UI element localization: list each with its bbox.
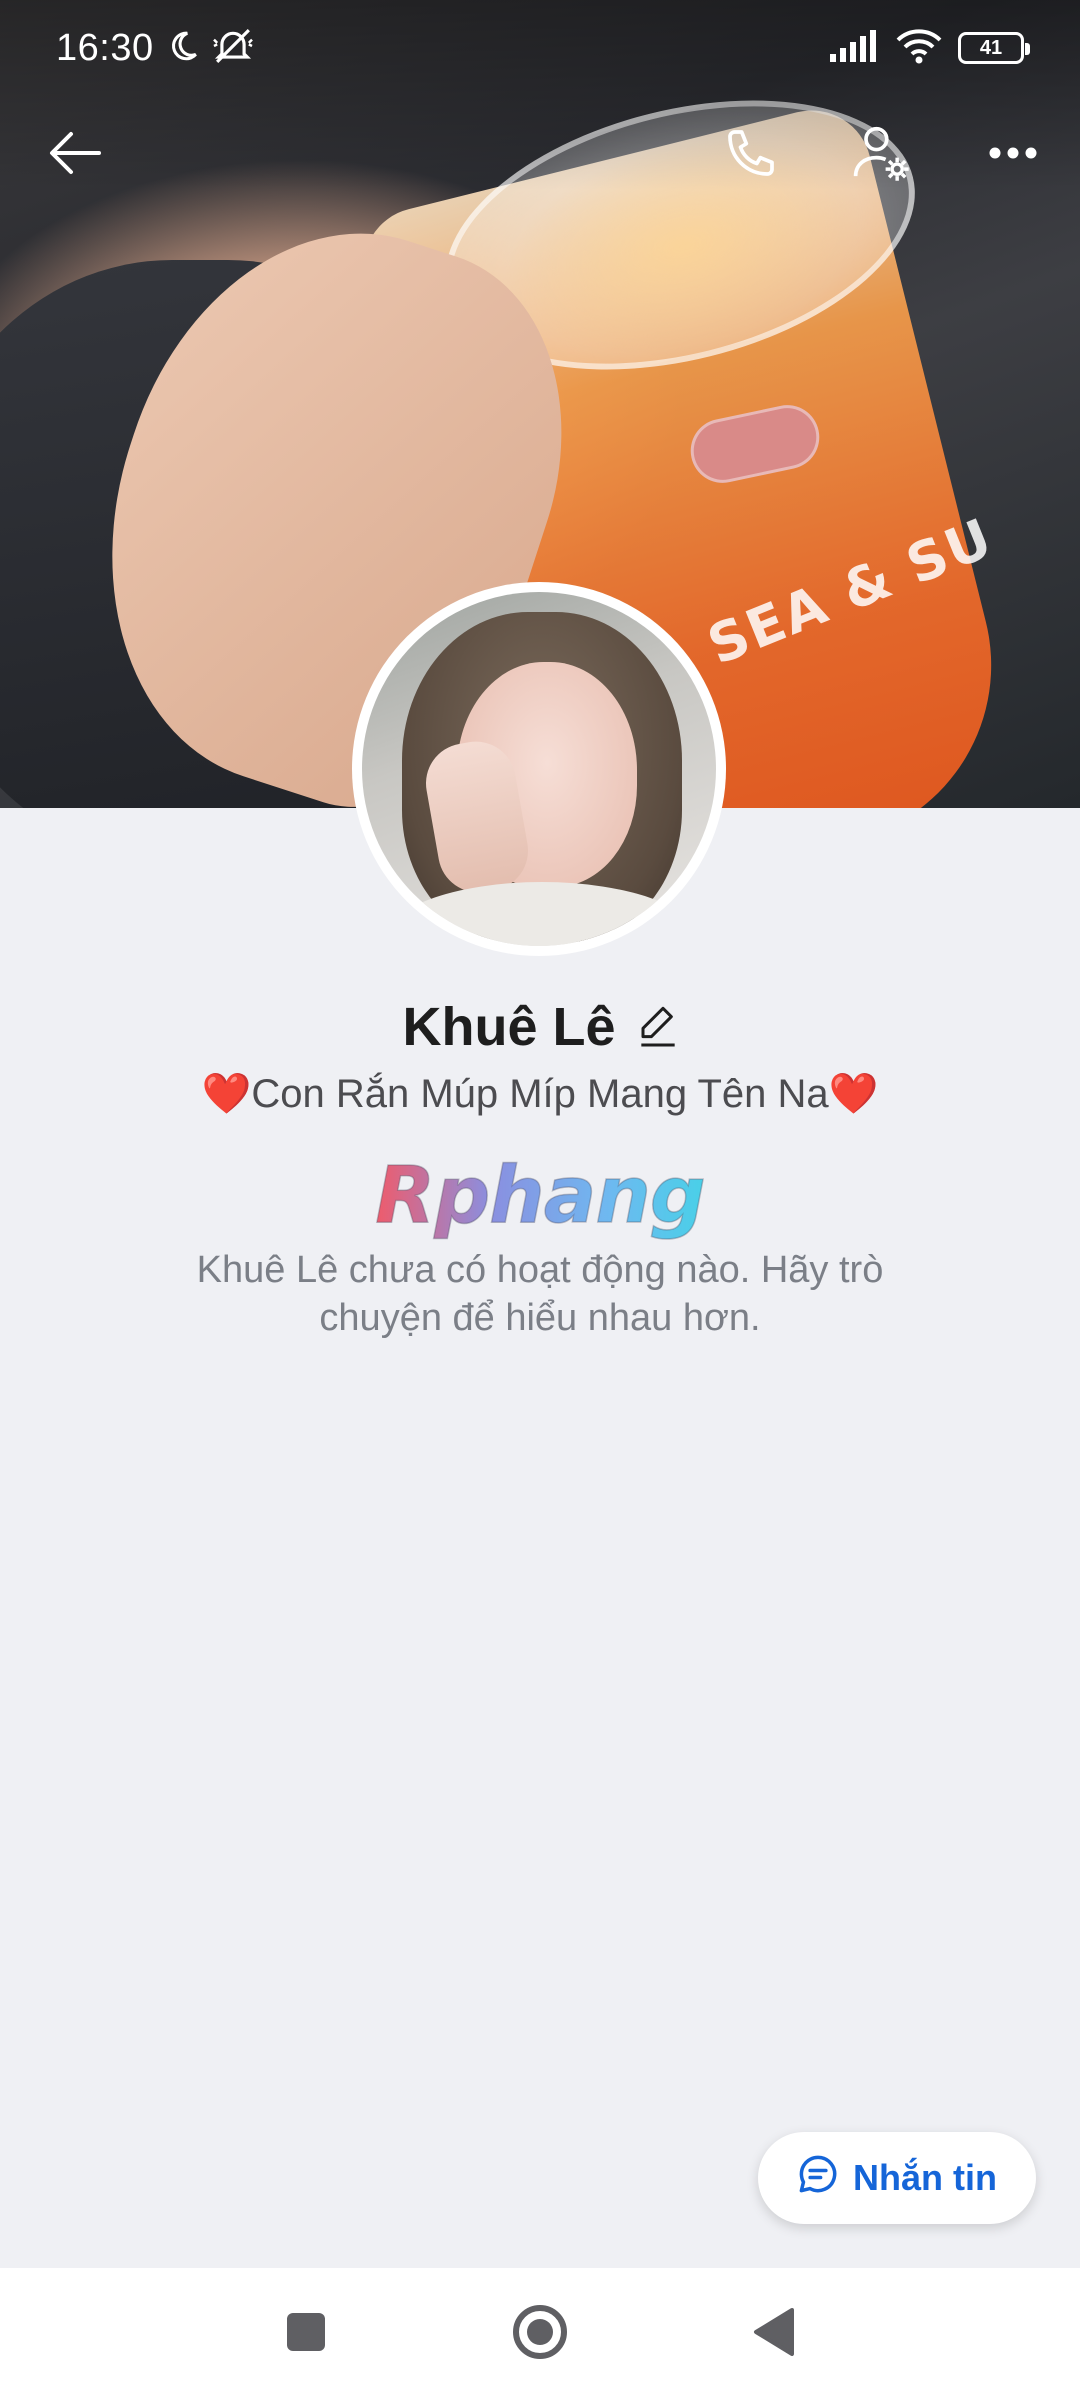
nav-back-button[interactable] xyxy=(736,2296,812,2372)
back-button[interactable] xyxy=(30,110,120,200)
edit-name-button[interactable] xyxy=(638,1003,678,1052)
recents-button[interactable] xyxy=(268,2296,344,2372)
home-button[interactable] xyxy=(502,2296,578,2372)
circle-icon xyxy=(512,2304,568,2365)
status-time: 16:30 xyxy=(56,26,154,69)
bell-off-icon xyxy=(212,27,254,70)
battery-indicator: 41 xyxy=(958,32,1030,64)
call-button[interactable] xyxy=(706,110,796,200)
square-icon xyxy=(286,2312,326,2357)
status-bar: 16:30 41 xyxy=(0,0,1080,96)
status-left: 16:30 xyxy=(56,27,254,70)
wifi-icon xyxy=(896,28,942,69)
chat-bubble-icon xyxy=(797,2153,839,2204)
signal-icon xyxy=(830,29,880,67)
profile-name-row: Khuê Lê xyxy=(0,996,1080,1058)
more-horizontal-icon xyxy=(988,146,1038,165)
watermark-text: Rphang xyxy=(375,1151,704,1241)
message-button-label: Nhắn tin xyxy=(853,2157,997,2198)
status-right: 41 xyxy=(830,28,1030,69)
profile-name: Khuê Lê xyxy=(402,997,616,1057)
bio-heart-left: ❤️ xyxy=(201,1072,252,1116)
top-action-bar xyxy=(0,110,1080,210)
message-button[interactable]: Nhắn tin xyxy=(758,2132,1036,2224)
profile-avatar[interactable] xyxy=(352,582,726,956)
avatar-photo xyxy=(362,592,716,946)
triangle-back-icon xyxy=(752,2307,796,2361)
system-nav-bar xyxy=(0,2268,1080,2400)
phone-icon xyxy=(723,125,779,186)
moon-icon xyxy=(166,29,200,68)
profile-bio: ❤️Con Rắn Múp Míp Mang Tên Na❤️ xyxy=(0,1070,1080,1117)
user-settings-icon xyxy=(851,123,911,188)
arrow-left-icon xyxy=(49,131,101,180)
empty-activity-text: Khuê Lê chưa có hoạt động nào. Hãy trò c… xyxy=(196,1249,884,1339)
bio-heart-right: ❤️ xyxy=(828,1072,879,1116)
pencil-icon xyxy=(638,1006,678,1051)
profile-settings-button[interactable] xyxy=(836,110,926,200)
watermark-logo: Rphang xyxy=(0,1150,1080,1246)
more-options-button[interactable] xyxy=(968,110,1058,200)
bio-text: Con Rắn Múp Míp Mang Tên Na xyxy=(251,1072,829,1116)
